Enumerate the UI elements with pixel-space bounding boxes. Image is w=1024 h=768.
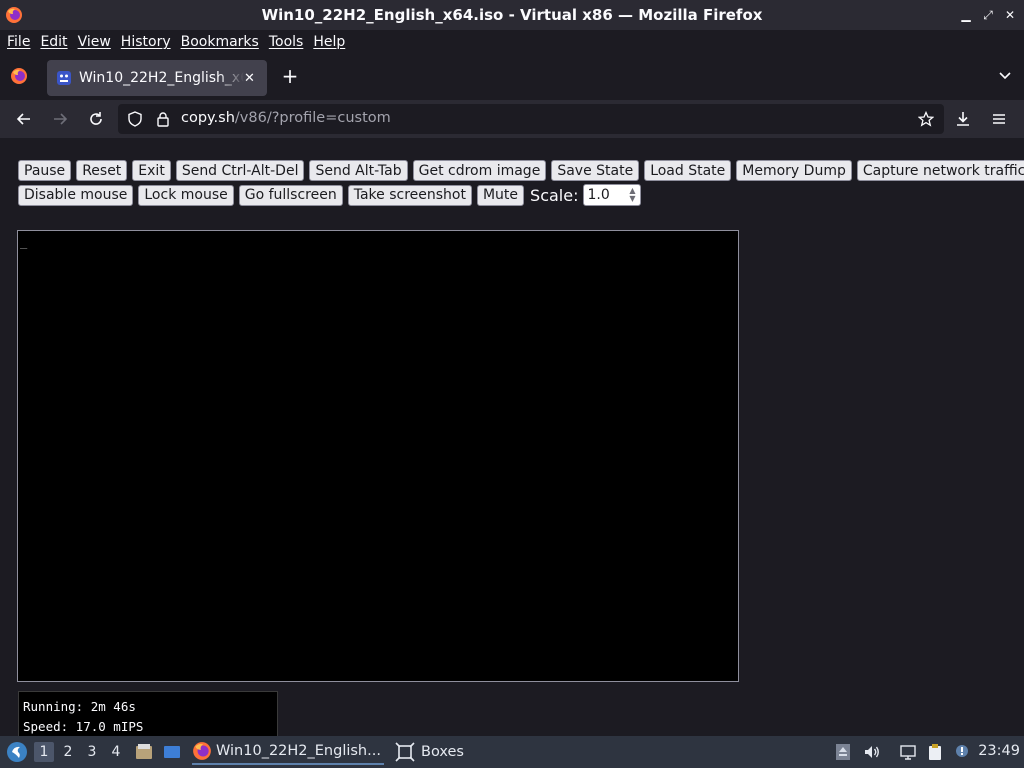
task-boxes[interactable]: Boxes [395, 739, 464, 765]
running-time: Running: 2m 46s [23, 699, 136, 714]
firefox-icon [6, 7, 22, 23]
menu-button[interactable] [988, 108, 1010, 130]
menu-edit[interactable]: Edit [35, 34, 72, 50]
chevron-down-icon[interactable] [998, 68, 1012, 82]
clipboard-icon[interactable] [926, 743, 944, 761]
workspace-3[interactable]: 3 [82, 742, 102, 762]
shield-icon[interactable] [127, 111, 143, 127]
start-menu-icon[interactable] [6, 741, 28, 763]
notification-icon[interactable] [953, 743, 971, 761]
window-controls: ▁ ⤢ ✕ [958, 5, 1018, 25]
file-manager-icon[interactable] [134, 742, 154, 762]
star-icon[interactable] [918, 111, 934, 127]
scale-input[interactable]: 1.0 ▲ ▼ [583, 184, 642, 206]
arrow-left-icon [16, 113, 30, 125]
reload-button[interactable] [85, 108, 107, 130]
eject-icon[interactable] [834, 743, 852, 761]
clock[interactable]: 23:49 [978, 743, 1020, 759]
emulator-screen[interactable]: _ [17, 230, 739, 682]
scale-label: Scale: [530, 185, 579, 205]
show-desktop-icon[interactable] [162, 742, 182, 762]
memory-dump-button[interactable]: Memory Dump [736, 160, 852, 181]
url-host: copy.sh [181, 110, 235, 126]
arrow-right-icon [54, 113, 68, 125]
status-panel: Running: 2m 46s Speed: 17.0 mIPS [18, 691, 278, 736]
menu-bookmarks[interactable]: Bookmarks [176, 34, 264, 50]
send-alt-tab-button[interactable]: Send Alt-Tab [309, 160, 408, 181]
task-firefox[interactable]: Win10_22H2_English... [192, 739, 384, 765]
forward-button[interactable] [49, 108, 71, 130]
save-state-button[interactable]: Save State [551, 160, 640, 181]
boxes-icon [395, 742, 415, 762]
downloads-button[interactable] [952, 108, 974, 130]
send-ctrl-alt-del-button[interactable]: Send Ctrl-Alt-Del [175, 160, 305, 181]
back-button[interactable] [13, 108, 35, 130]
volume-icon[interactable] [863, 743, 881, 761]
controls-row-2: Disable mouse Lock mouse Go fullscreen T… [18, 184, 642, 206]
firefox-icon [193, 742, 211, 760]
menu-view[interactable]: View [73, 34, 116, 50]
hamburger-icon [993, 114, 1005, 124]
load-state-button[interactable]: Load State [644, 160, 732, 181]
menu-tools[interactable]: Tools [264, 34, 309, 50]
menu-help[interactable]: Help [308, 34, 350, 50]
reload-icon [90, 112, 102, 125]
menu-bar: File Edit View History Bookmarks Tools H… [0, 30, 1024, 54]
exit-button[interactable]: Exit [132, 160, 171, 181]
url-text[interactable]: copy.sh/v86/?profile=custom [181, 110, 391, 126]
firefox-view-icon[interactable] [10, 67, 28, 85]
task-boxes-label: Boxes [421, 744, 464, 760]
workspace-2[interactable]: 2 [58, 742, 78, 762]
url-bar[interactable]: copy.sh/v86/?profile=custom [118, 104, 944, 134]
mute-button[interactable]: Mute [476, 184, 525, 206]
tab-active[interactable]: Win10_22H2_English_x64.iso - Virtual x86… [47, 60, 267, 96]
controls-row-1: Pause Reset Exit Send Ctrl-Alt-Del Send … [18, 160, 1024, 181]
v86-icon [57, 71, 71, 85]
nav-bar: copy.sh/v86/?profile=custom [0, 100, 1024, 138]
taskbar: 1 2 3 4 Win10_22H2_English... Boxes 23:4… [0, 736, 1024, 768]
capture-network-traffic-button[interactable]: Capture network traffic [856, 160, 1024, 181]
workspace-4[interactable]: 4 [106, 742, 126, 762]
speed: Speed: 17.0 mIPS [23, 719, 144, 734]
text-cursor: _ [20, 235, 28, 249]
pause-button[interactable]: Pause [18, 160, 72, 181]
lock-icon[interactable] [155, 111, 171, 127]
lock-mouse-button[interactable]: Lock mouse [138, 184, 234, 206]
tab-close-icon[interactable]: ✕ [244, 71, 255, 86]
tab-label: Win10_22H2_English_x64.iso - Virtual x86 [79, 70, 244, 86]
maximize-icon[interactable]: ⤢ [980, 5, 996, 25]
task-firefox-label: Win10_22H2_English... [216, 743, 381, 759]
get-cdrom-image-button[interactable]: Get cdrom image [412, 160, 547, 181]
workspace-1[interactable]: 1 [34, 742, 54, 762]
spinner-icon[interactable]: ▲ ▼ [629, 187, 635, 203]
disable-mouse-button[interactable]: Disable mouse [18, 184, 134, 206]
new-tab-button[interactable]: + [280, 66, 300, 86]
scale-value: 1.0 [587, 187, 610, 203]
url-path: /v86/?profile=custom [234, 110, 391, 126]
network-icon[interactable] [899, 743, 917, 761]
page-content: Pause Reset Exit Send Ctrl-Alt-Del Send … [0, 138, 1024, 736]
download-icon [957, 112, 969, 126]
go-fullscreen-button[interactable]: Go fullscreen [238, 184, 343, 206]
minimize-icon[interactable]: ▁ [958, 5, 974, 25]
window-title: Win10_22H2_English_x64.iso - Virtual x86… [261, 6, 763, 24]
take-screenshot-button[interactable]: Take screenshot [347, 184, 472, 206]
menu-history[interactable]: History [116, 34, 176, 50]
tab-strip: Win10_22H2_English_x64.iso - Virtual x86… [0, 54, 1024, 100]
menu-file[interactable]: File [2, 34, 35, 50]
close-icon[interactable]: ✕ [1002, 5, 1018, 25]
reset-button[interactable]: Reset [76, 160, 128, 181]
window-titlebar[interactable]: Win10_22H2_English_x64.iso - Virtual x86… [0, 0, 1024, 30]
